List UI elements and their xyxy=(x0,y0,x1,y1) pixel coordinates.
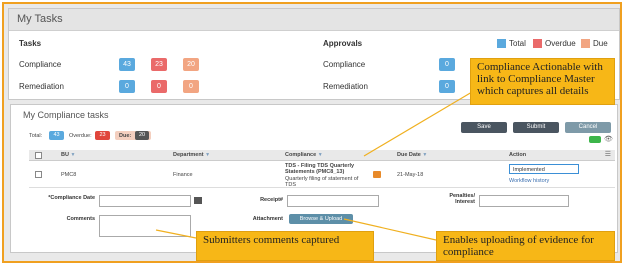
screenshot-frame: My Tasks Tasks Approvals Total Overdue D… xyxy=(2,2,622,263)
callout-comments-line xyxy=(155,229,197,239)
callout-uploading: Enables uploading of evidence for compli… xyxy=(436,231,615,261)
callout-comments: Submitters comments captured xyxy=(196,231,374,261)
callout-actionable-line xyxy=(363,91,473,157)
callout-actionable: Compliance Actionable with link to Compl… xyxy=(470,58,615,105)
callout-connectors xyxy=(155,91,473,241)
